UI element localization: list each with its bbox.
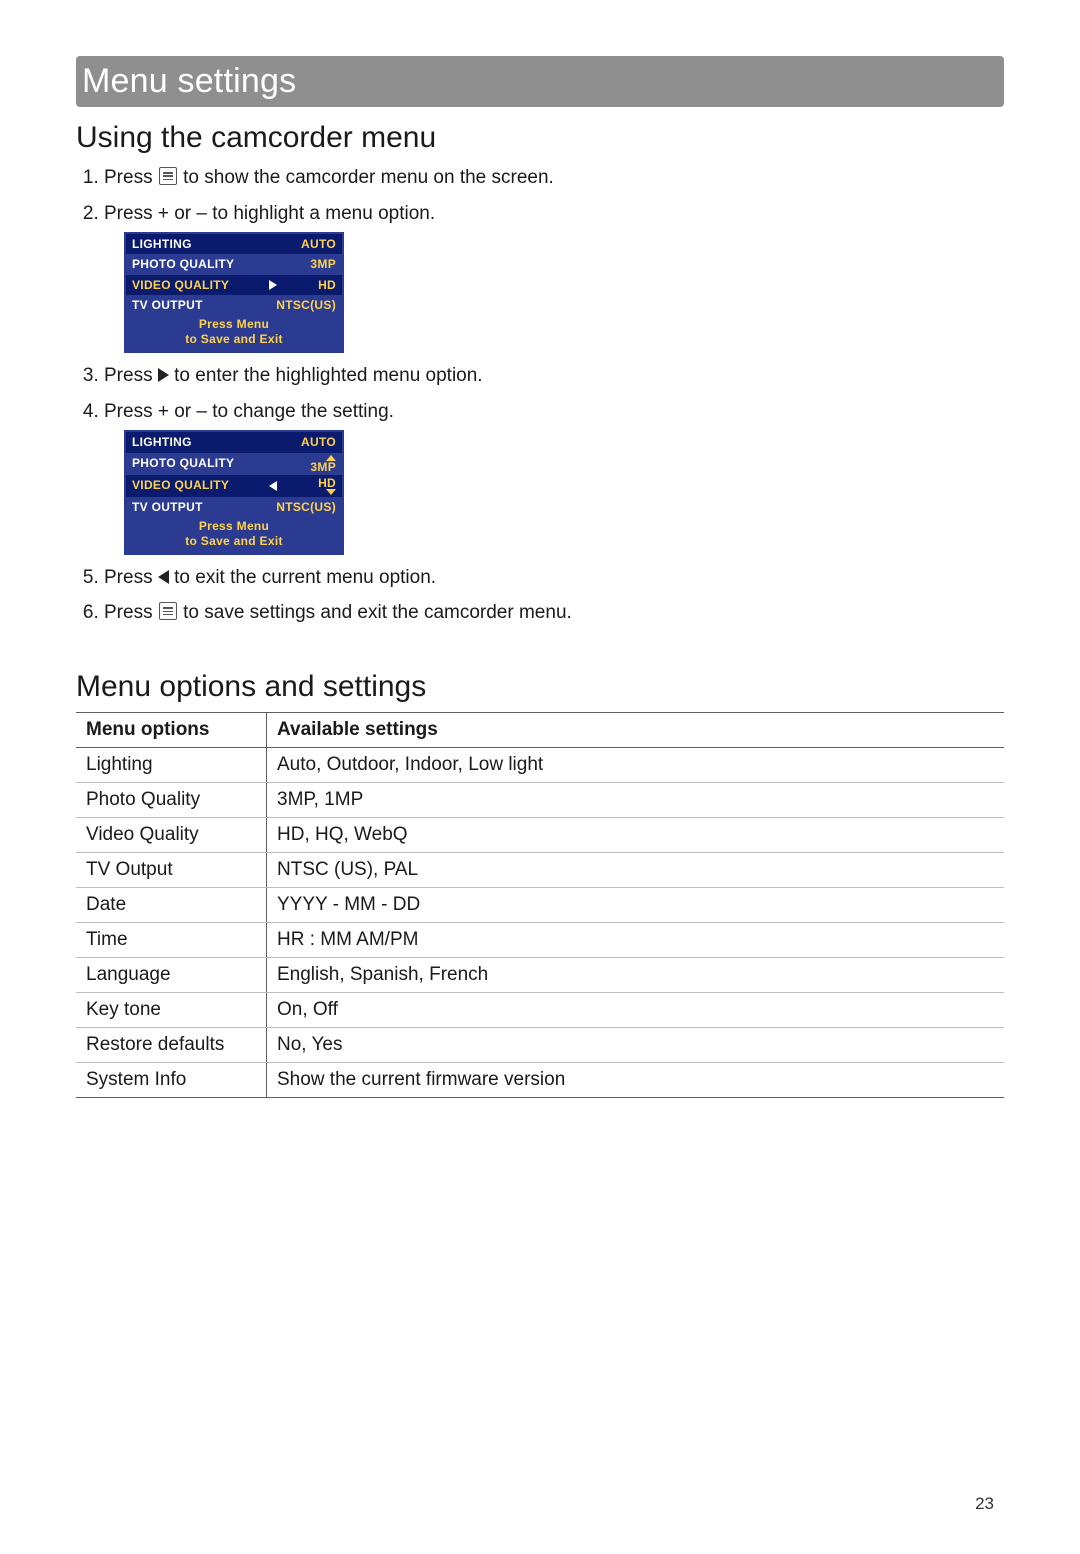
osd2-footer: Press Menu to Save and Exit — [126, 517, 342, 553]
menu-button-icon — [159, 167, 177, 185]
cell-option: Lighting — [76, 747, 267, 782]
cell-option: Time — [76, 922, 267, 957]
step-6: Press to save settings and exit the camc… — [104, 600, 1004, 626]
table-row: Key toneOn, Off — [76, 992, 1004, 1027]
cell-settings: NTSC (US), PAL — [267, 852, 1005, 887]
right-caret-icon — [269, 280, 277, 290]
step-4: Press + or – to change the setting. LIGH… — [104, 399, 1004, 555]
cell-option: Restore defaults — [76, 1027, 267, 1062]
osd1-row-lighting: LIGHTING AUTO — [126, 234, 342, 254]
cell-settings: HR : MM AM/PM — [267, 922, 1005, 957]
step-3: Press to enter the highlighted menu opti… — [104, 363, 1004, 389]
col-available: Available settings — [267, 712, 1005, 747]
osd1-row-photo: PHOTO QUALITY 3MP — [126, 254, 342, 274]
cell-option: Key tone — [76, 992, 267, 1027]
page-banner: Menu settings — [76, 56, 1004, 107]
step-5: Press to exit the current menu option. — [104, 565, 1004, 591]
menu-button-icon — [159, 602, 177, 620]
step-2: Press + or – to highlight a menu option.… — [104, 201, 1004, 353]
osd1-row-video: VIDEO QUALITY HD — [126, 275, 342, 295]
cell-option: Video Quality — [76, 817, 267, 852]
cell-settings: English, Spanish, French — [267, 957, 1005, 992]
section-using-menu: Using the camcorder menu — [76, 121, 1004, 155]
left-caret-icon — [269, 481, 277, 491]
cell-settings: Show the current firmware version — [267, 1062, 1005, 1097]
table-row: System InfoShow the current firmware ver… — [76, 1062, 1004, 1097]
table-row: LightingAuto, Outdoor, Indoor, Low light — [76, 747, 1004, 782]
cell-settings: YYYY - MM - DD — [267, 887, 1005, 922]
section-menu-options: Menu options and settings — [76, 670, 1004, 704]
settings-table: Menu options Available settings Lighting… — [76, 712, 1004, 1098]
table-row: Restore defaultsNo, Yes — [76, 1027, 1004, 1062]
osd2-row-photo: PHOTO QUALITY 3MP — [126, 453, 342, 475]
osd2-row-video: VIDEO QUALITY HD — [126, 475, 342, 497]
steps-list: Press to show the camcorder menu on the … — [76, 165, 1004, 626]
table-row: Video QualityHD, HQ, WebQ — [76, 817, 1004, 852]
osd2-row-tv: TV OUTPUT NTSC(US) — [126, 497, 342, 517]
cell-option: System Info — [76, 1062, 267, 1097]
page-title: Menu settings — [82, 62, 990, 101]
osd-figure-1: LIGHTING AUTO PHOTO QUALITY 3MP VIDEO QU… — [124, 232, 344, 353]
table-row: TimeHR : MM AM/PM — [76, 922, 1004, 957]
table-row: Photo Quality3MP, 1MP — [76, 782, 1004, 817]
cell-option: Language — [76, 957, 267, 992]
table-row: LanguageEnglish, Spanish, French — [76, 957, 1004, 992]
cell-settings: HD, HQ, WebQ — [267, 817, 1005, 852]
cell-settings: 3MP, 1MP — [267, 782, 1005, 817]
right-arrow-icon — [158, 368, 169, 382]
cell-option: Date — [76, 887, 267, 922]
cell-option: TV Output — [76, 852, 267, 887]
osd1-footer: Press Menu to Save and Exit — [126, 315, 342, 351]
cell-option: Photo Quality — [76, 782, 267, 817]
col-menu-options: Menu options — [76, 712, 267, 747]
cell-settings: On, Off — [267, 992, 1005, 1027]
step-1: Press to show the camcorder menu on the … — [104, 165, 1004, 191]
cell-settings: Auto, Outdoor, Indoor, Low light — [267, 747, 1005, 782]
osd-figure-2: LIGHTING AUTO PHOTO QUALITY 3MP VIDEO QU… — [124, 430, 344, 554]
table-row: TV OutputNTSC (US), PAL — [76, 852, 1004, 887]
table-row: DateYYYY - MM - DD — [76, 887, 1004, 922]
cell-settings: No, Yes — [267, 1027, 1005, 1062]
osd1-row-tv: TV OUTPUT NTSC(US) — [126, 295, 342, 315]
osd2-row-lighting: LIGHTING AUTO — [126, 432, 342, 452]
page-number: 23 — [975, 1494, 994, 1514]
left-arrow-icon — [158, 570, 169, 584]
caret-down-icon — [326, 489, 336, 495]
